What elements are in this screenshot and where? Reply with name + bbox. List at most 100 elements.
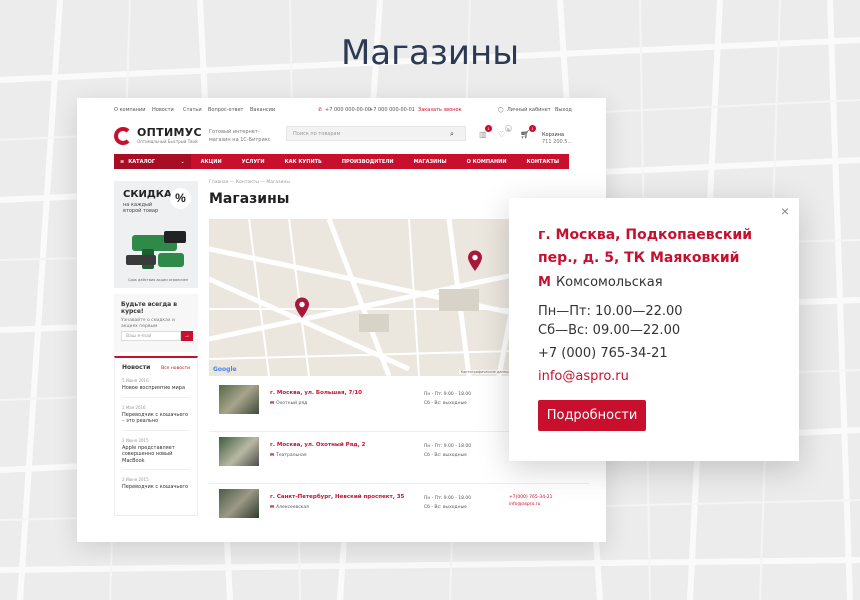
news-date: 1 Мая 2016 <box>122 404 146 410</box>
news-item-title: Переводчик с кошачьего <box>122 484 189 490</box>
percent-icon: % <box>170 188 191 209</box>
chevron-down-icon: ⌄ <box>180 158 185 165</box>
search-icon[interactable]: ⌕ <box>450 131 454 139</box>
topbar-link-articles[interactable]: Статьи <box>183 107 202 113</box>
popup-hours: Пн—Пт: 10.00—22.00 Сб—Вс: 09.00—22.00 <box>538 302 683 340</box>
nav-item-promo[interactable]: АКЦИИ <box>191 159 232 165</box>
breadcrumb: Главная — Контакты — Магазины <box>209 180 290 185</box>
store-address[interactable]: г. Санкт-Петербург, Невский проспект, 35 <box>270 494 404 500</box>
promo-banner[interactable]: СКИДКА на каждый второй товар % Срок дей… <box>114 181 198 288</box>
store-photo <box>219 385 259 414</box>
map-marker-icon[interactable] <box>294 297 310 319</box>
logo-icon[interactable] <box>114 127 132 145</box>
topbar-link-vacancies[interactable]: Вакансии <box>250 107 275 113</box>
cart-icon[interactable]: 🛒︎ <box>520 130 530 139</box>
news-widget: Новости Все новости 5 Июня 2016 Новое вос… <box>114 356 198 516</box>
schedule-weekend: Сб - Вс: выходные <box>424 505 467 510</box>
nav-item-brands[interactable]: ПРОИЗВОДИТЕЛИ <box>332 159 404 165</box>
user-icon: ◯ <box>498 107 504 113</box>
nav-item-contacts[interactable]: КОНТАКТЫ <box>517 159 569 165</box>
news-date: 2 Июня 2015 <box>122 437 149 443</box>
nav-item-howtobuy[interactable]: КАК КУПИТЬ <box>275 159 332 165</box>
metro-icon: М <box>538 275 551 290</box>
schedule-weekday: Пн - Пт: 9.00 - 18.00 <box>424 444 472 449</box>
table-row[interactable]: г. Санкт-Петербург, Невский проспект, 35… <box>209 484 589 536</box>
store-metro: м Охотный ряд <box>270 400 307 406</box>
close-icon[interactable]: × <box>781 203 789 219</box>
list-item[interactable]: 2 Июня 2015 Apple представляет совершенно… <box>122 437 190 470</box>
page-title: Магазины <box>209 191 290 207</box>
list-item[interactable]: 5 Июня 2016 Новое восприятие мира <box>122 378 190 398</box>
nav-item-services[interactable]: УСЛУГИ <box>232 159 275 165</box>
metro-name: Театральная <box>276 453 307 458</box>
topbar-phone-1[interactable]: +7 000 000-00-00 <box>325 107 371 113</box>
logout-link[interactable]: Выход <box>555 107 572 113</box>
news-item-title: Apple представляет совершенно новый MacB… <box>122 444 175 464</box>
top-bar: О компании Новости Статьи Вопрос-ответ В… <box>114 107 598 115</box>
search-input[interactable]: Поиск по товарам <box>286 126 466 141</box>
schedule-weekend: Сб - Вс: выходные <box>424 401 467 406</box>
schedule-weekday: Пн - Пт: 9.00 - 18.00 <box>424 496 472 501</box>
nav-item-stores[interactable]: МАГАЗИНЫ <box>404 159 457 165</box>
catalog-label: КАТАЛОГ <box>128 158 156 165</box>
topbar-link-faq[interactable]: Вопрос-ответ <box>208 107 243 113</box>
nav-item-company[interactable]: О КОМПАНИИ <box>457 159 517 165</box>
metro-icon: м <box>270 452 275 458</box>
hero-title: Магазины <box>340 33 520 73</box>
cart-label: Корзина <box>542 132 565 138</box>
details-button[interactable]: Подробности <box>538 400 646 431</box>
store-metro: м Алексеевская <box>270 504 309 510</box>
metro-name: Алексеевская <box>276 505 309 510</box>
catalog-button[interactable]: ≡ КАТАЛОГ ⌄ <box>114 154 191 169</box>
topbar-link-about[interactable]: О компании <box>114 107 145 113</box>
store-email[interactable]: info@aspro.ru <box>509 501 552 508</box>
account-link[interactable]: Личный кабинет <box>507 107 551 113</box>
arrow-right-icon[interactable]: → <box>181 331 193 341</box>
topbar-phone-2[interactable]: +7 000 000-00-01 <box>369 107 415 113</box>
popup-metro-name: Комсомольская <box>555 275 663 290</box>
news-item-title: Новое восприятие мира <box>122 385 186 391</box>
schedule-weekend: Сб - Вс: выходные <box>424 453 467 458</box>
store-address[interactable]: г. Москва, ул. Большая, 7/10 <box>270 390 362 396</box>
compare-icon[interactable]: ▥ <box>479 130 487 139</box>
store-address[interactable]: г. Москва, ул. Охотный Ряд, 2 <box>270 442 366 448</box>
map-marker-icon[interactable] <box>467 250 483 272</box>
popup-metro: М Комсомольская <box>538 275 663 290</box>
breadcrumb-current: Магазины <box>266 180 290 185</box>
promo-subtitle: на каждый второй товар <box>123 202 159 214</box>
store-phone[interactable]: +7(000) 765-34-21 <box>509 494 552 501</box>
email-field[interactable]: Ваш e-mail <box>121 331 181 341</box>
cart-summary[interactable]: Корзина 711 200.5... <box>542 132 572 146</box>
store-contacts: +7(000) 765-34-21 info@aspro.ru <box>509 494 552 508</box>
popup-phone[interactable]: +7 (000) 765-34-21 <box>538 346 668 361</box>
topbar-link-news[interactable]: Новости <box>152 107 174 113</box>
popup-email[interactable]: info@aspro.ru <box>538 369 629 384</box>
store-photo <box>219 489 259 518</box>
metro-name: Охотный ряд <box>276 401 308 406</box>
all-news-link[interactable]: Все новости <box>161 366 190 371</box>
callback-link[interactable]: Заказать звонок <box>418 107 462 113</box>
store-metro: м Театральная <box>270 452 307 458</box>
subscribe-title: Будьте всегда в курсе! <box>121 301 178 315</box>
store-schedule: Пн - Пт: 9.00 - 18.00 Сб - Вс: выходные <box>424 390 471 408</box>
store-schedule: Пн - Пт: 9.00 - 18.00 Сб - Вс: выходные <box>424 442 471 460</box>
list-item[interactable]: 1 Мая 2016 Переводчик с кошачьего – это р… <box>122 405 190 431</box>
metro-icon: м <box>270 504 275 510</box>
news-date: 2 Июня 2015 <box>122 477 149 482</box>
popup-hours-weekday: Пн—Пт: 10.00—22.00 <box>538 304 683 319</box>
list-item[interactable]: 2 Июня 2015 Переводчик с кошачьего <box>122 477 190 496</box>
logo-name[interactable]: ОПТИМУС <box>137 126 202 139</box>
phone-icon: ✆ <box>318 107 323 113</box>
breadcrumb-contacts[interactable]: Контакты <box>236 180 259 185</box>
menu-icon: ≡ <box>120 158 125 165</box>
news-item-title: Переводчик с кошачьего – это реально <box>122 411 189 425</box>
breadcrumb-home[interactable]: Главная <box>209 180 228 185</box>
cart-sum: 711 200.5... <box>542 139 573 145</box>
heart-icon[interactable]: ♡ <box>498 130 505 139</box>
store-photo <box>219 437 259 466</box>
metro-icon: м <box>270 400 275 406</box>
cart-badge: 1 <box>529 125 536 132</box>
news-date: 5 Июня 2016 <box>122 378 149 383</box>
header-tagline: Готовый интернет-магазин на 1С-Битрикс <box>209 129 271 143</box>
promo-title: СКИДКА <box>123 189 172 200</box>
